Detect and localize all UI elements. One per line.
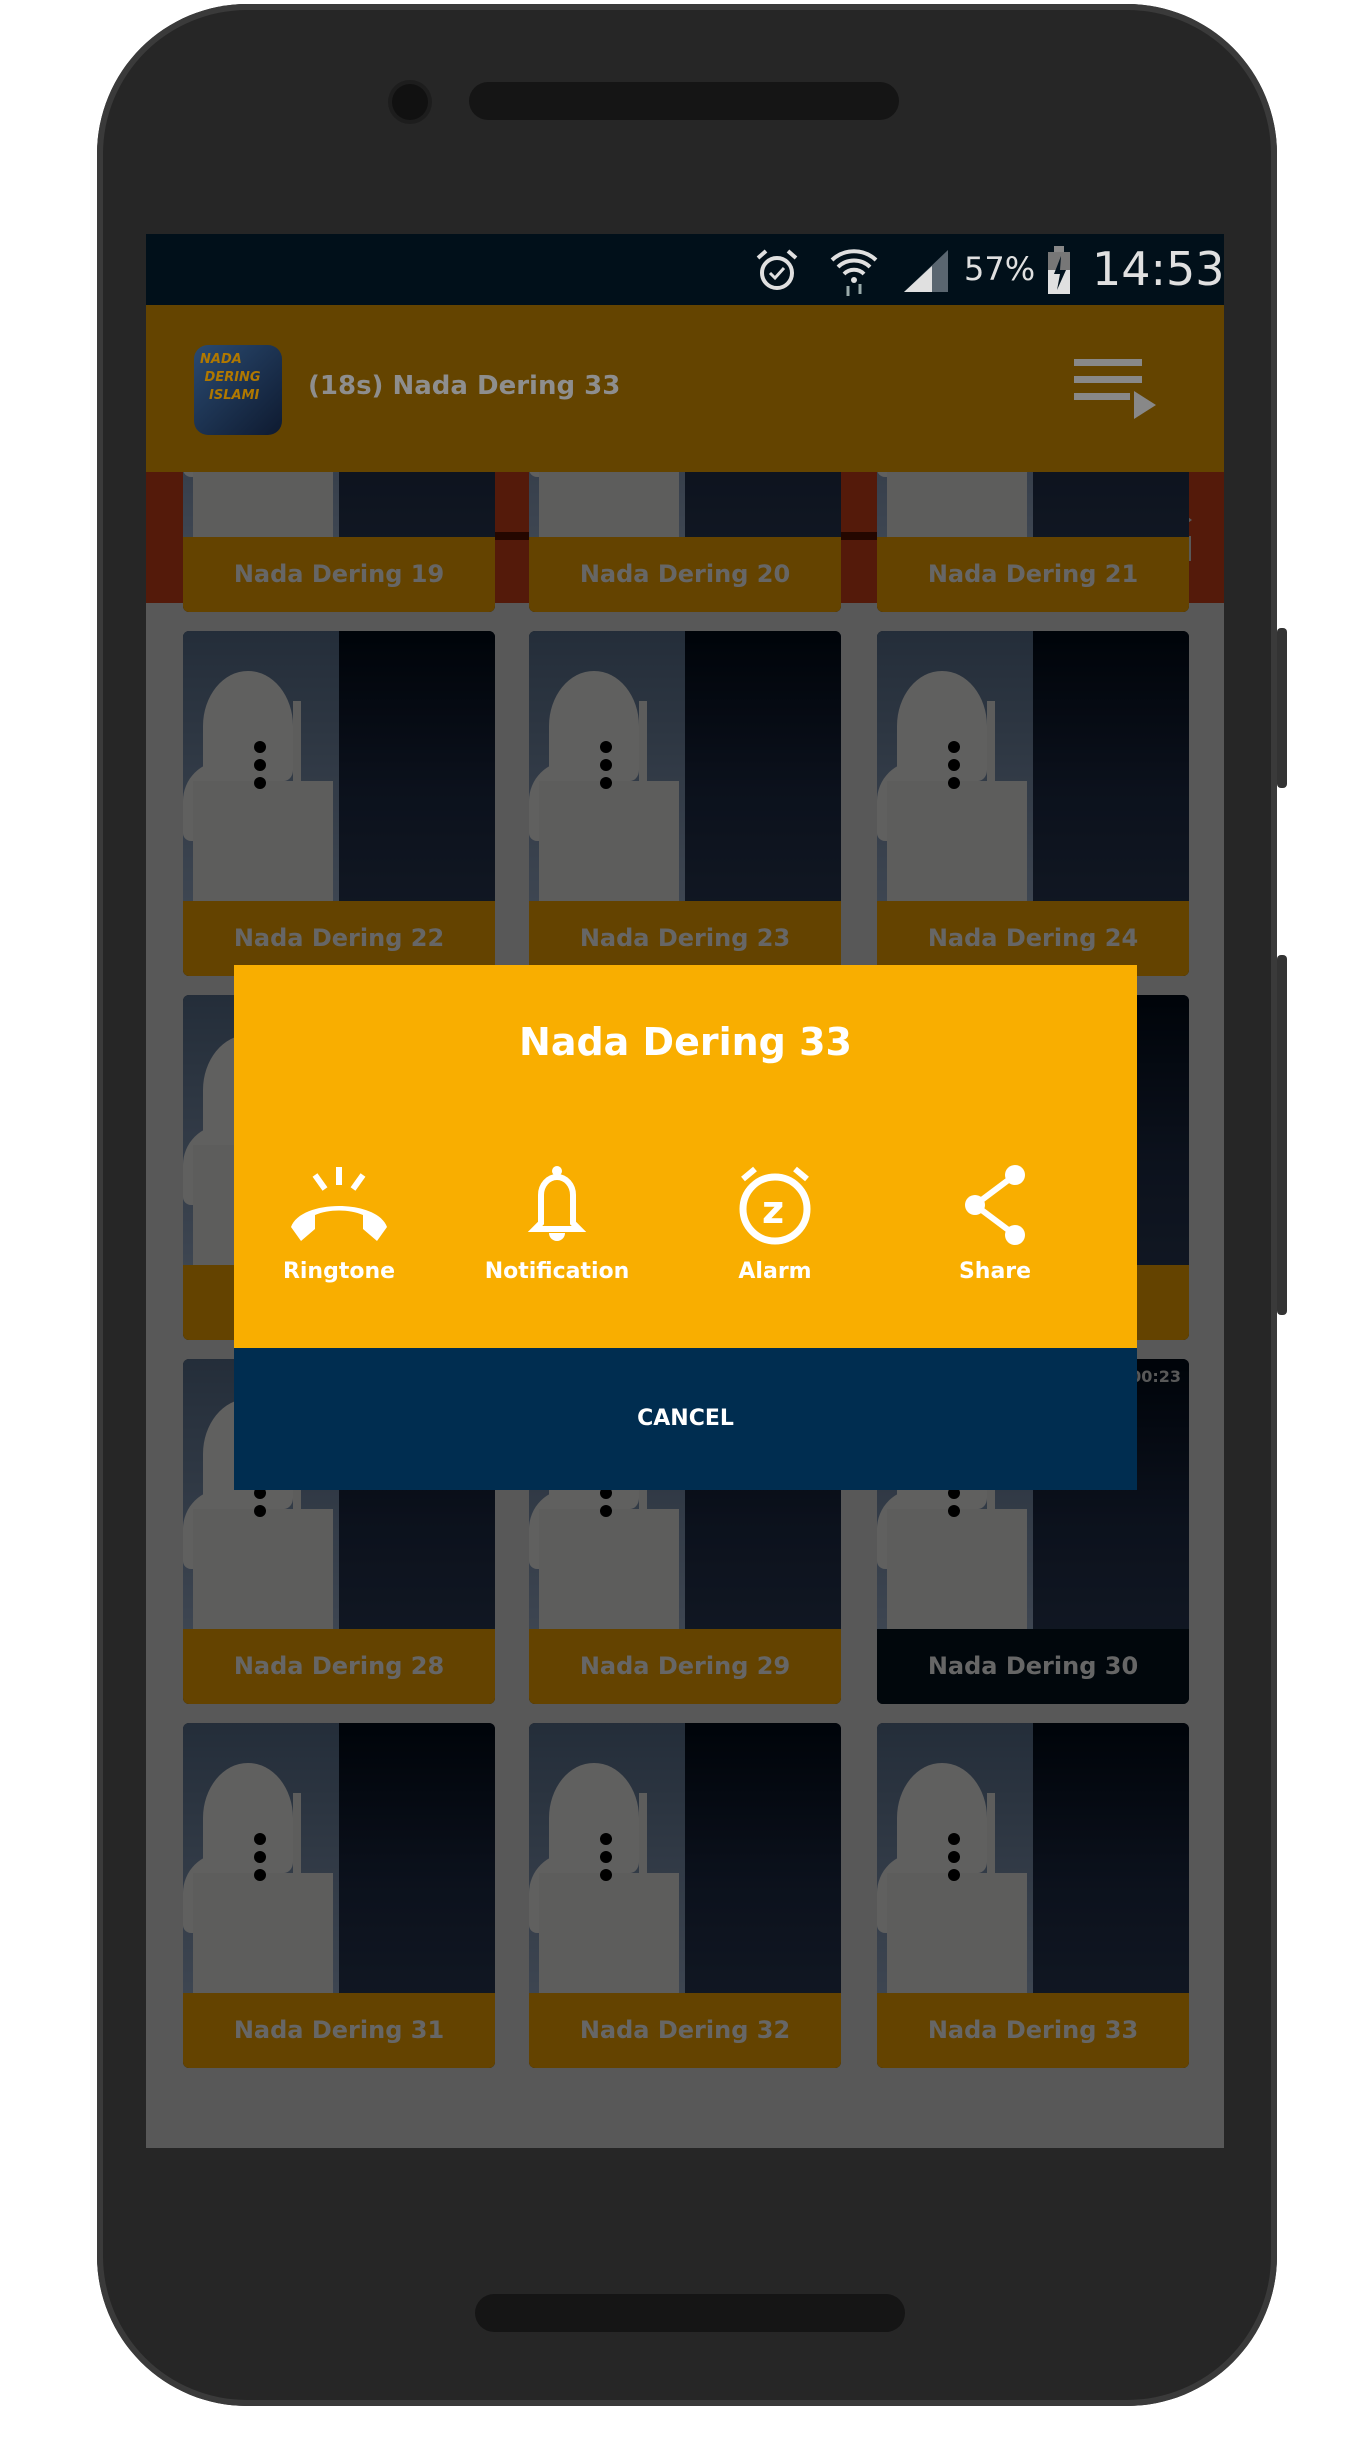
option-share[interactable]: Share bbox=[920, 1165, 1070, 1284]
status-bar: 57% 14:53 bbox=[146, 234, 1224, 305]
option-notification[interactable]: Notification bbox=[482, 1165, 632, 1284]
ringtone-icon bbox=[291, 1167, 387, 1241]
option-label: Ringtone bbox=[282, 1259, 396, 1284]
power-button bbox=[1277, 628, 1287, 788]
top-speaker bbox=[469, 82, 899, 120]
bottom-speaker bbox=[475, 2294, 905, 2332]
share-icon bbox=[965, 1165, 1025, 1245]
app-header: NADA DERING ISLAMI (18s) Nada Dering 33 bbox=[146, 305, 1224, 472]
dialog-title: Nada Dering 33 bbox=[519, 1020, 852, 1064]
bell-icon bbox=[527, 1166, 587, 1241]
battery-charging-icon bbox=[1048, 246, 1070, 294]
alarm-snooze-icon: z bbox=[739, 1166, 811, 1245]
front-camera bbox=[392, 84, 428, 120]
clock: 14:53 bbox=[1092, 242, 1224, 296]
app-screen: 57% 14:53 NADA DERING ISLAMI (18s) Nada … bbox=[146, 234, 1224, 2148]
svg-text:z: z bbox=[762, 1188, 784, 1232]
wifi-icon bbox=[830, 249, 878, 296]
option-ringtone[interactable]: Ringtone bbox=[264, 1165, 414, 1284]
dialog-body: Nada Dering 33 Ringtone Notification z A… bbox=[234, 965, 1137, 1348]
alarm-icon bbox=[756, 249, 798, 290]
playlist-play-icon[interactable] bbox=[1074, 357, 1158, 419]
app-icon: NADA DERING ISLAMI bbox=[194, 345, 282, 435]
cancel-button[interactable]: CANCEL bbox=[234, 1348, 1137, 1490]
battery-percent: 57% bbox=[964, 250, 1036, 288]
option-label: Notification bbox=[484, 1259, 630, 1284]
now-playing-title: (18s) Nada Dering 33 bbox=[308, 371, 621, 401]
option-label: Alarm bbox=[738, 1259, 812, 1284]
option-label: Share bbox=[958, 1259, 1032, 1284]
signal-icon bbox=[904, 250, 948, 292]
option-alarm[interactable]: z Alarm bbox=[700, 1165, 850, 1284]
volume-button bbox=[1277, 955, 1287, 1315]
set-as-dialog: Nada Dering 33 Ringtone Notification z A… bbox=[234, 965, 1137, 1490]
